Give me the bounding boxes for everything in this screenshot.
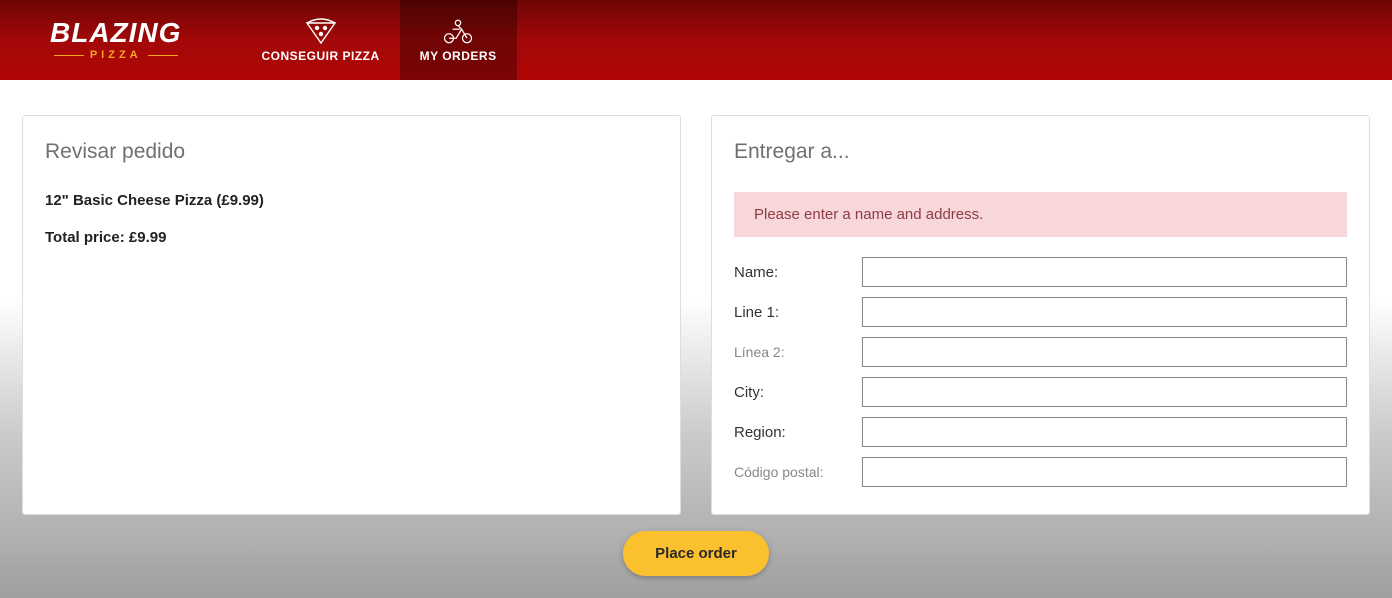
name-field[interactable] xyxy=(862,257,1347,287)
nav-get-pizza[interactable]: CONSEGUIR PIZZA xyxy=(241,0,399,80)
form-row-city: City: xyxy=(734,377,1347,407)
logo[interactable]: BLAZING PIZZA xyxy=(50,19,181,61)
label-city: City: xyxy=(734,384,862,401)
content: Revisar pedido 12" Basic Cheese Pizza (£… xyxy=(0,80,1392,515)
label-line1: Line 1: xyxy=(734,304,862,321)
label-name: Name: xyxy=(734,264,862,281)
form-row-line1: Line 1: xyxy=(734,297,1347,327)
line2-field[interactable] xyxy=(862,337,1347,367)
header: BLAZING PIZZA CONSEGUIR PIZZA xyxy=(0,0,1392,80)
region-field[interactable] xyxy=(862,417,1347,447)
logo-text-bottom: PIZZA xyxy=(54,49,178,61)
validation-alert: Please enter a name and address. xyxy=(734,192,1347,237)
deliver-to-panel: Entregar a... Please enter a name and ad… xyxy=(711,115,1370,515)
total-price-label: Total price: xyxy=(45,229,125,246)
review-order-title: Revisar pedido xyxy=(45,140,658,164)
nav-get-pizza-label: CONSEGUIR PIZZA xyxy=(261,49,379,63)
form-row-name: Name: xyxy=(734,257,1347,287)
logo-pizza-label: PIZZA xyxy=(90,49,142,61)
pizza-slice-icon xyxy=(303,17,339,45)
form-row-postal: Código postal: xyxy=(734,457,1347,487)
logo-text-top: BLAZING xyxy=(50,19,181,47)
nav: CONSEGUIR PIZZA MY ORDERS xyxy=(241,0,516,80)
postal-field[interactable] xyxy=(862,457,1347,487)
order-item: 12" Basic Cheese Pizza (£9.99) xyxy=(45,192,658,209)
place-order-wrapper: Place order xyxy=(0,531,1392,576)
nav-my-orders[interactable]: MY ORDERS xyxy=(400,0,517,80)
review-order-panel: Revisar pedido 12" Basic Cheese Pizza (£… xyxy=(22,115,681,515)
logo-line-right xyxy=(148,55,178,56)
label-line2: Línea 2: xyxy=(734,344,862,360)
logo-line-left xyxy=(54,55,84,56)
place-order-button[interactable]: Place order xyxy=(623,531,769,576)
form-row-region: Region: xyxy=(734,417,1347,447)
label-region: Region: xyxy=(734,424,862,441)
nav-my-orders-label: MY ORDERS xyxy=(420,49,497,63)
line1-field[interactable] xyxy=(862,297,1347,327)
form-row-line2: Línea 2: xyxy=(734,337,1347,367)
total-price-value: £9.99 xyxy=(129,229,167,246)
city-field[interactable] xyxy=(862,377,1347,407)
total-price: Total price: £9.99 xyxy=(45,229,658,246)
delivery-bike-icon xyxy=(440,17,476,45)
label-postal: Código postal: xyxy=(734,464,862,480)
deliver-to-title: Entregar a... xyxy=(734,140,1347,164)
